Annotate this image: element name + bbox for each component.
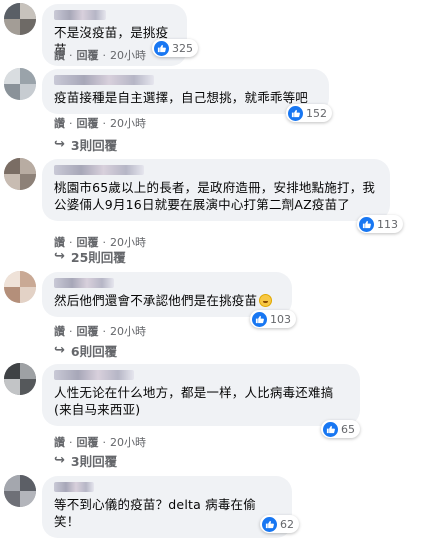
reply-arrow-icon: ↪ xyxy=(54,249,65,264)
reply-button[interactable]: 回覆 xyxy=(77,47,99,63)
reply-arrow-icon: ↪ xyxy=(54,453,65,468)
timestamp[interactable]: 20小時 xyxy=(110,434,146,450)
commenter-name[interactable] xyxy=(54,165,144,175)
timestamp[interactable]: 20小時 xyxy=(110,47,146,63)
replies-count: 25則回覆 xyxy=(70,250,126,265)
commenter-name[interactable] xyxy=(54,278,114,288)
comment-bubble: 等不到心儀的疫苗？delta 病毒在偷笑！ xyxy=(42,476,292,538)
comment-text: 然后他們還會不承認他們是在挑疫苗 xyxy=(54,292,280,309)
commenter-name[interactable] xyxy=(54,10,106,20)
comment-actions: 讚 · 回覆 · 20小時 xyxy=(54,323,146,339)
comment-bubble: 人性无论在什么地方，都是一样，人比病毒还难搞 (来自马来西亚) xyxy=(42,364,360,426)
thumbs-up-icon xyxy=(359,216,374,232)
reaction-count[interactable]: 103 xyxy=(250,310,296,328)
replies-count: 6則回覆 xyxy=(70,344,118,359)
comment-text: 等不到心儀的疫苗？delta 病毒在偷笑！ xyxy=(54,497,256,529)
comment-actions: 讚 · 回覆 · 20小時 xyxy=(54,47,146,63)
avatar[interactable] xyxy=(4,475,36,507)
like-button[interactable]: 讚 xyxy=(54,47,65,63)
reaction-count[interactable]: 65 xyxy=(321,420,360,438)
reply-button[interactable]: 回覆 xyxy=(77,323,99,339)
view-replies-link[interactable]: ↪ 6則回覆 xyxy=(54,341,117,360)
commenter-name[interactable] xyxy=(54,482,94,492)
reply-button[interactable]: 回覆 xyxy=(77,434,99,450)
like-count: 325 xyxy=(172,41,193,55)
view-replies-link[interactable]: ↪ 3則回覆 xyxy=(54,135,117,154)
thumbs-up-icon xyxy=(262,516,277,532)
reply-button[interactable]: 回覆 xyxy=(77,115,99,131)
commenter-name[interactable] xyxy=(54,370,134,380)
like-button[interactable]: 讚 xyxy=(54,434,65,450)
comment-text: 疫苗接種是自主選擇，自己想挑，就乖乖等吧 xyxy=(54,90,309,105)
view-replies-link[interactable]: ↪ 3則回覆 xyxy=(54,451,117,470)
thumbs-up-icon xyxy=(323,421,338,437)
like-count: 62 xyxy=(280,517,294,531)
like-count: 152 xyxy=(306,106,327,120)
thumbs-up-icon xyxy=(154,40,169,56)
commenter-name[interactable] xyxy=(54,75,154,85)
comment-actions: 讚 · 回覆 · 20小時 xyxy=(54,434,146,450)
comment-text: 桃園市65歲以上的長者，是政府造冊，安排地點施打，我 公婆倆人9月16日就要在展… xyxy=(54,180,376,212)
like-count: 113 xyxy=(377,217,398,231)
reply-arrow-icon: ↪ xyxy=(54,343,65,358)
replies-count: 3則回覆 xyxy=(70,138,118,153)
like-button[interactable]: 讚 xyxy=(54,115,65,131)
comment-text: 人性无论在什么地方，都是一样，人比病毒还难搞 (来自马来西亚) xyxy=(54,385,334,417)
reaction-count[interactable]: 62 xyxy=(260,515,299,533)
reaction-count[interactable]: 113 xyxy=(357,215,403,233)
like-count: 103 xyxy=(270,312,291,326)
comment-bubble: 桃園市65歲以上的長者，是政府造冊，安排地點施打，我 公婆倆人9月16日就要在展… xyxy=(42,159,390,221)
avatar[interactable] xyxy=(4,271,36,303)
avatar[interactable] xyxy=(4,68,36,100)
view-replies-link[interactable]: ↪ 25則回覆 xyxy=(54,247,126,266)
comment-bubble: 疫苗接種是自主選擇，自己想挑，就乖乖等吧 xyxy=(42,69,329,114)
thumbs-up-icon xyxy=(288,105,303,121)
timestamp[interactable]: 20小時 xyxy=(110,115,146,131)
comment-actions: 讚 · 回覆 · 20小時 xyxy=(54,115,146,131)
avatar[interactable] xyxy=(4,158,36,190)
reply-arrow-icon: ↪ xyxy=(54,137,65,152)
laugh-emoji-icon xyxy=(259,294,273,307)
like-count: 65 xyxy=(341,422,355,436)
replies-count: 3則回覆 xyxy=(70,454,118,469)
reaction-count[interactable]: 152 xyxy=(286,104,332,122)
avatar[interactable] xyxy=(4,363,36,395)
timestamp[interactable]: 20小時 xyxy=(110,323,146,339)
like-button[interactable]: 讚 xyxy=(54,323,65,339)
thumbs-up-icon xyxy=(252,311,267,327)
reaction-count[interactable]: 325 xyxy=(152,39,198,57)
avatar[interactable] xyxy=(4,3,36,35)
